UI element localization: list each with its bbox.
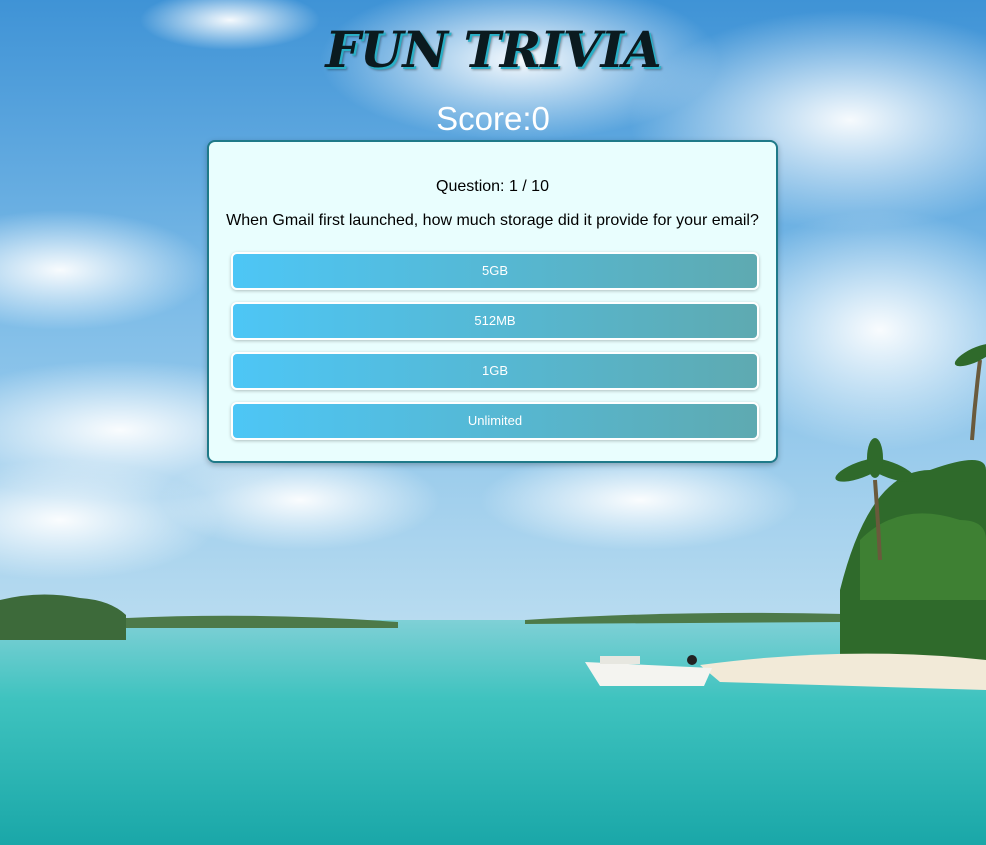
quiz-card: Question: 1 / 10 When Gmail first launch… xyxy=(207,140,778,463)
score-label: Score: xyxy=(436,100,532,137)
question-counter: Question: 1 / 10 xyxy=(436,178,549,195)
score-value: 0 xyxy=(531,100,550,137)
answer-list: 5GB 512MB 1GB Unlimited xyxy=(231,252,759,452)
score-display: Score:0 xyxy=(0,100,986,138)
question-text: When Gmail first launched, how much stor… xyxy=(226,212,759,229)
answer-button-2[interactable]: 512MB xyxy=(231,302,759,340)
page-title: FUN TRIVIA xyxy=(325,20,661,79)
answer-button-1[interactable]: 5GB xyxy=(231,252,759,290)
answer-button-3[interactable]: 1GB xyxy=(231,352,759,390)
answer-button-4[interactable]: Unlimited xyxy=(231,402,759,440)
